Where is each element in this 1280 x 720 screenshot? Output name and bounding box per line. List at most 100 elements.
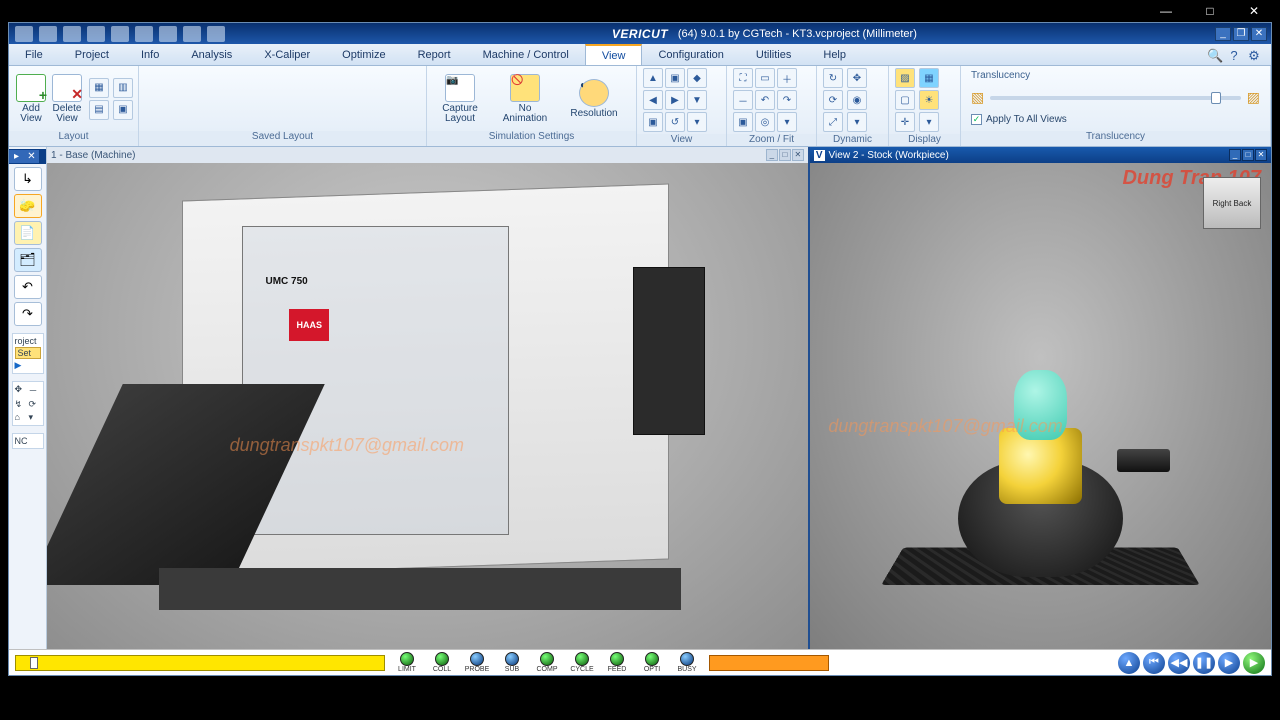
zoom-window-icon[interactable]: ▭ [755, 68, 775, 88]
menu-report[interactable]: Report [402, 44, 467, 65]
fit-sel-icon[interactable]: ◎ [755, 112, 775, 132]
undo-tool-icon[interactable]: ↶ [14, 275, 42, 299]
view2-max-icon[interactable]: □ [1242, 149, 1254, 161]
redo-tool-icon[interactable]: ↷ [14, 302, 42, 326]
view1-min-icon[interactable]: _ [766, 149, 778, 161]
qat-layout1-icon[interactable] [111, 26, 129, 42]
display-light-icon[interactable]: ☀ [919, 90, 939, 110]
rotate-icon[interactable]: ↻ [823, 68, 843, 88]
menu-machine-control[interactable]: Machine / Control [467, 44, 585, 65]
delete-view-button[interactable]: ✕ Delete View [51, 70, 83, 128]
view-save-icon[interactable]: ▣ [643, 112, 663, 132]
dyn-more-icon[interactable]: ▾ [847, 112, 867, 132]
layout-preset4-icon[interactable]: ▣ [113, 100, 133, 120]
resolution-button[interactable]: ◐ Resolution [563, 70, 625, 128]
app-close-button[interactable]: ✕ [1251, 27, 1267, 41]
layout-preset3-icon[interactable]: ▤ [89, 100, 109, 120]
zoom-out-icon[interactable]: － [733, 90, 753, 110]
menu-project[interactable]: Project [59, 44, 125, 65]
display-wire-icon[interactable]: ▢ [895, 90, 915, 110]
zoom-in-icon[interactable]: ＋ [777, 68, 797, 88]
tree-setup-node[interactable]: Set [15, 347, 41, 359]
simulation-progress-bar[interactable] [15, 655, 385, 671]
os-minimize-button[interactable]: — [1144, 1, 1188, 21]
view-left-icon[interactable]: ◀ [643, 90, 663, 110]
tree-move-icon[interactable]: ✥ [15, 384, 27, 397]
fit-all-icon[interactable]: ▣ [733, 112, 753, 132]
view-iso-icon[interactable]: ◆ [687, 68, 707, 88]
playback-back-button[interactable]: ◀◀ [1168, 652, 1190, 674]
view1-titlebar[interactable]: 1 - Base (Machine) _ □ ✕ [47, 147, 808, 163]
translucency-slider[interactable] [990, 96, 1241, 100]
display-shade-icon[interactable]: ▨ [895, 68, 915, 88]
menu-info[interactable]: Info [125, 44, 175, 65]
qat-info-icon[interactable] [87, 26, 105, 42]
menu-utilities[interactable]: Utilities [740, 44, 807, 65]
qat-layout4-icon[interactable] [183, 26, 201, 42]
menu-view[interactable]: View [585, 44, 643, 65]
os-maximize-button[interactable]: □ [1188, 1, 1232, 21]
project-tree-panel[interactable]: roject Set ▶ [12, 333, 44, 374]
dyn-zoom-icon[interactable]: ⤢ [823, 112, 843, 132]
view2-min-icon[interactable]: _ [1229, 149, 1241, 161]
spin-icon[interactable]: ⟳ [823, 90, 843, 110]
progress-thumb[interactable] [30, 657, 38, 669]
no-animation-button[interactable]: 🚫 No Animation [495, 70, 555, 128]
compare-tool-icon[interactable]: 🗂 [14, 248, 42, 272]
status-speed-bar[interactable] [709, 655, 829, 671]
view-back-icon[interactable]: ▼ [687, 90, 707, 110]
display-color-icon[interactable]: ▦ [919, 68, 939, 88]
slider-thumb[interactable] [1211, 92, 1221, 104]
zoom-fit-icon[interactable]: ⛶ [733, 68, 753, 88]
display-axes-icon[interactable]: ✛ [895, 112, 915, 132]
zoom-prev-icon[interactable]: ↶ [755, 90, 775, 110]
apply-all-views-checkbox[interactable]: ✓ Apply To All Views [965, 110, 1266, 125]
playback-start-button[interactable]: ▲ [1118, 652, 1140, 674]
qat-refresh-icon[interactable] [207, 26, 225, 42]
layout-preset2-icon[interactable]: ▥ [113, 78, 133, 98]
settings-gear-icon[interactable]: ⚙ [1247, 48, 1261, 62]
qat-tool-icon[interactable] [63, 26, 81, 42]
app-restore-button[interactable]: ❐ [1233, 27, 1249, 41]
menu-help[interactable]: Help [807, 44, 862, 65]
tree-play-icon[interactable]: ▶ [15, 360, 41, 371]
zoom-next-icon[interactable]: ↷ [777, 90, 797, 110]
tree-del-icon[interactable]: － [29, 384, 41, 397]
notes-tool-icon[interactable]: 📄 [14, 221, 42, 245]
playback-pause-button[interactable]: ❚❚ [1193, 652, 1215, 674]
layout-preset1-icon[interactable]: ▦ [89, 78, 109, 98]
app-minimize-button[interactable]: _ [1215, 27, 1231, 41]
help-icon[interactable]: ? [1227, 48, 1241, 62]
view-right-icon[interactable]: ▶ [665, 90, 685, 110]
view-more-icon[interactable]: ▾ [687, 112, 707, 132]
playback-step-button[interactable]: ▶ [1218, 652, 1240, 674]
qat-open-icon[interactable] [15, 26, 33, 42]
view2-canvas[interactable]: Dung Tran 107 Right Back dungtranspkt107… [810, 163, 1271, 649]
arrow-tool-icon[interactable]: ↳ [14, 167, 42, 191]
view2-titlebar[interactable]: V View 2 - Stock (Workpiece) _ □ ✕ [810, 147, 1271, 163]
view1-max-icon[interactable]: □ [779, 149, 791, 161]
view1-canvas[interactable]: UMC 750 HAAS dungtranspkt107@gmail.com [47, 163, 808, 649]
tree-rot-icon[interactable]: ⟳ [29, 399, 41, 410]
qat-save-icon[interactable] [39, 26, 57, 42]
menu-optimize[interactable]: Optimize [326, 44, 401, 65]
left-tab-pin-icon[interactable]: ▸ [9, 150, 24, 163]
view-top-icon[interactable]: ▲ [643, 68, 663, 88]
menu-configuration[interactable]: Configuration [642, 44, 739, 65]
view2-close-icon[interactable]: ✕ [1255, 149, 1267, 161]
qat-layout3-icon[interactable] [159, 26, 177, 42]
view-front-icon[interactable]: ▣ [665, 68, 685, 88]
menu-analysis[interactable]: Analysis [175, 44, 248, 65]
left-tab-close-icon[interactable]: ✕ [24, 150, 39, 163]
tree-more-icon[interactable]: ▾ [29, 412, 41, 423]
view1-close-icon[interactable]: ✕ [792, 149, 804, 161]
display-more-icon[interactable]: ▾ [919, 112, 939, 132]
playback-play-button[interactable]: ▶ [1243, 652, 1265, 674]
orbit-icon[interactable]: ◉ [847, 90, 867, 110]
pan-icon[interactable]: ✥ [847, 68, 867, 88]
eraser-tool-icon[interactable]: 🧽 [14, 194, 42, 218]
menu-xcaliper[interactable]: X-Caliper [248, 44, 326, 65]
qat-layout2-icon[interactable] [135, 26, 153, 42]
os-close-button[interactable]: ✕ [1232, 1, 1276, 21]
search-icon[interactable]: 🔍 [1207, 48, 1221, 62]
